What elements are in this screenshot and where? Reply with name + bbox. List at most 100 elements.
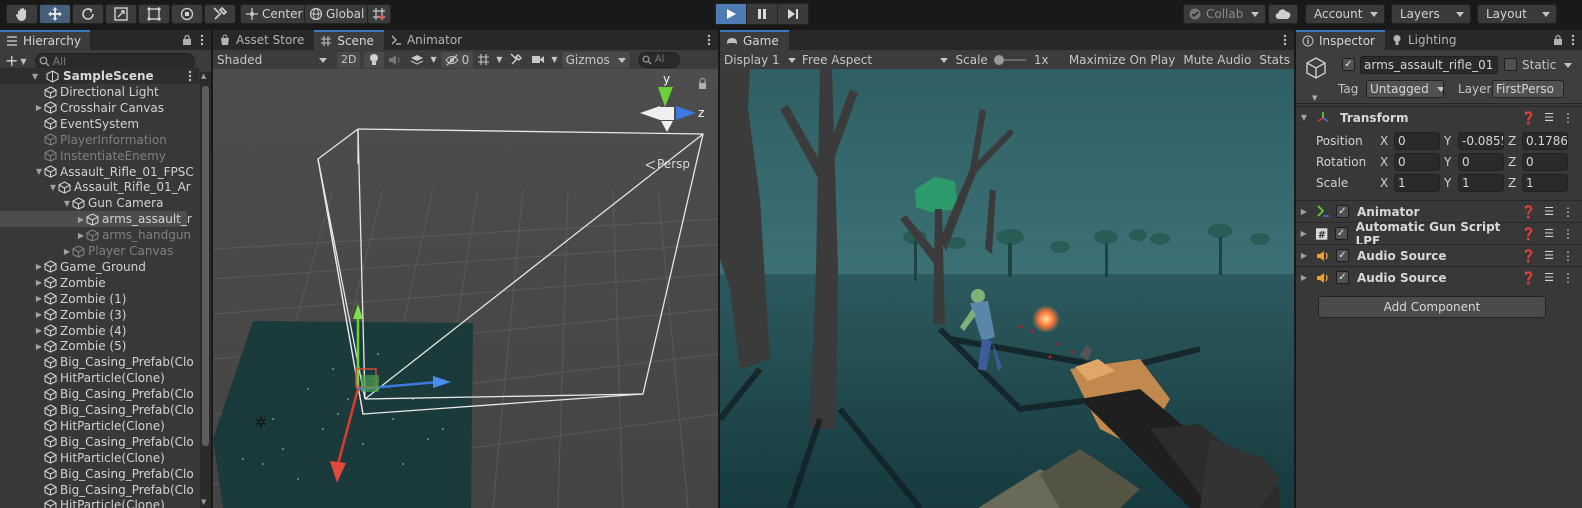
scale-slider[interactable]: Scale 1x	[952, 52, 1065, 68]
hierarchy-item[interactable]: PlayerInformation	[0, 132, 187, 148]
hierarchy-item[interactable]: ▼ Assault_Rifle_01_Ar	[0, 179, 191, 195]
maximize-on-play-toggle[interactable]: Maximize On Play	[1065, 52, 1180, 68]
expand-arrow-icon[interactable]: ▶	[62, 247, 72, 256]
hierarchy-item[interactable]: Big_Casing_Prefab(Clo	[0, 482, 194, 498]
collapse-arrow-icon[interactable]: ▼	[48, 183, 58, 192]
hierarchy-item[interactable]: Big_Casing_Prefab(Clo	[0, 434, 194, 450]
component-enabled-checkbox[interactable]: ✓	[1336, 249, 1349, 262]
help-icon[interactable]: ❓	[1521, 111, 1536, 125]
hierarchy-scroll-thumb[interactable]	[202, 86, 209, 446]
scene-viewport[interactable]: y z Persp ✲	[213, 69, 718, 508]
pivot-center-toggle[interactable]: Center	[240, 4, 310, 24]
hierarchy-item[interactable]: Big_Casing_Prefab(Clo	[0, 386, 194, 402]
position-y-field[interactable]: -0.0855	[1458, 132, 1504, 150]
preset-sliders-icon[interactable]: ☰	[1544, 249, 1554, 262]
component-menu-icon[interactable]: ⋮	[1562, 205, 1574, 219]
game-viewport[interactable]	[720, 69, 1294, 508]
cloud-button[interactable]	[1268, 4, 1298, 24]
help-icon[interactable]: ❓	[1521, 271, 1536, 285]
icon-dropdown-arrow-icon[interactable]: ▼	[1312, 94, 1317, 102]
scale-slider-track[interactable]	[993, 54, 1026, 65]
component-header[interactable]: ▶ # ✓ Automatic Gun Script LPF ❓ ☰ ⋮	[1296, 220, 1582, 248]
scene-more-options-icon[interactable]	[706, 34, 712, 46]
hierarchy-item[interactable]: ▶ Zombie	[0, 275, 187, 291]
expand-arrow-icon[interactable]: ▶	[34, 262, 44, 271]
hierarchy-item[interactable]: ▶ arms_handgun	[0, 227, 191, 243]
tab-animator[interactable]: Animator	[384, 30, 472, 50]
hierarchy-item[interactable]: Big_Casing_Prefab(Clo	[0, 354, 194, 370]
camera-dropdown[interactable]: ▼	[527, 52, 561, 68]
preset-sliders-icon[interactable]: ☰	[1544, 227, 1554, 240]
expand-arrow-icon[interactable]: ▶	[34, 310, 44, 319]
component-header[interactable]: ▶ ✓ Audio Source ❓ ☰ ⋮	[1296, 266, 1582, 288]
gizmos-dropdown[interactable]: Gizmos	[561, 51, 630, 68]
lock-icon[interactable]	[181, 34, 193, 46]
inspector-lock-icon[interactable]	[1552, 34, 1564, 46]
tab-asset-store[interactable]: Asset Store	[213, 30, 314, 50]
help-icon[interactable]: ❓	[1521, 249, 1536, 263]
custom-tool-button[interactable]	[204, 4, 236, 24]
expand-arrow-icon[interactable]: ▶	[34, 326, 44, 335]
component-menu-icon[interactable]: ⋮	[1562, 111, 1574, 125]
aspect-dropdown[interactable]: Free Aspect	[798, 52, 952, 68]
lighting-toggle[interactable]	[364, 51, 385, 68]
hierarchy-search-input[interactable]: All	[34, 52, 195, 70]
scene-search-input[interactable]: Al	[637, 51, 680, 68]
expand-arrow-icon[interactable]: ▶	[34, 342, 44, 351]
tab-hierarchy[interactable]: Hierarchy	[0, 30, 90, 50]
tab-game[interactable]: Game	[720, 30, 789, 50]
hierarchy-scrollbar[interactable]: ▲ ▼	[200, 72, 211, 508]
effects-dropdown[interactable]: ▼	[406, 52, 440, 68]
add-dropdown-arrow-icon[interactable]: ▼	[20, 57, 26, 66]
hand-tool-button[interactable]	[6, 4, 38, 24]
scale-tool-button[interactable]	[105, 4, 137, 24]
hierarchy-item[interactable]: InstentiateEnemy	[0, 148, 187, 164]
component-header[interactable]: ▶ ✓ Audio Source ❓ ☰ ⋮	[1296, 244, 1582, 266]
toggle-2d-button[interactable]: 2D	[337, 51, 361, 68]
expand-arrow-icon[interactable]: ▶	[34, 294, 44, 303]
hidden-objects-toggle[interactable]: 0	[440, 51, 474, 68]
snap-increment-button[interactable]	[367, 4, 391, 24]
stats-toggle[interactable]: Stats	[1255, 52, 1294, 68]
hierarchy-item[interactable]: ▶ Zombie (5)	[0, 338, 187, 354]
move-tool-button[interactable]	[39, 4, 71, 24]
scroll-down-icon[interactable]: ▼	[201, 498, 206, 506]
transform-tool-button[interactable]	[171, 4, 203, 24]
tools-toggle[interactable]	[506, 52, 527, 68]
component-menu-icon[interactable]: ⋮	[1562, 271, 1574, 285]
expand-arrow-icon[interactable]: ▶	[1296, 273, 1312, 282]
static-dropdown[interactable]: Static	[1522, 58, 1572, 72]
component-menu-icon[interactable]: ⋮	[1562, 249, 1574, 263]
static-checkbox[interactable]	[1504, 58, 1517, 71]
hierarchy-item[interactable]: ▼ Gun Camera	[0, 195, 187, 211]
layout-dropdown[interactable]: Layout	[1477, 4, 1557, 24]
preset-sliders-icon[interactable]: ☰	[1544, 271, 1554, 284]
grid-toggle[interactable]: ▼	[473, 52, 506, 68]
preset-sliders-icon[interactable]: ☰	[1544, 205, 1554, 218]
rotation-x-field[interactable]: 0	[1394, 153, 1440, 171]
space-global-toggle[interactable]: Global	[304, 4, 372, 24]
layer-dropdown[interactable]: FirstPerso	[1492, 80, 1564, 98]
step-button[interactable]	[777, 3, 809, 25]
position-x-field[interactable]: 0	[1394, 132, 1440, 150]
expand-arrow-icon[interactable]: ▼	[32, 72, 42, 81]
hierarchy-item[interactable]: ▶ arms_assault_r	[0, 211, 192, 228]
expand-arrow-icon[interactable]: ▶	[34, 103, 44, 112]
scroll-up-icon[interactable]: ▲	[201, 72, 206, 80]
component-enabled-checkbox[interactable]: ✓	[1336, 205, 1349, 218]
display-dropdown[interactable]: Display 1	[720, 52, 798, 68]
tab-inspector[interactable]: Inspector	[1296, 30, 1385, 50]
hierarchy-item[interactable]: ▶ Game_Ground	[0, 259, 187, 275]
account-dropdown[interactable]: Account	[1305, 4, 1385, 24]
tag-dropdown[interactable]: Untagged	[1366, 80, 1444, 98]
component-menu-icon[interactable]: ⋮	[1562, 227, 1574, 241]
expand-arrow-icon[interactable]: ▶	[1296, 229, 1311, 238]
active-checkbox[interactable]: ✓	[1342, 58, 1355, 71]
add-plus-icon[interactable]: +	[5, 53, 18, 69]
scale-slider-thumb[interactable]	[993, 54, 1004, 65]
add-component-button[interactable]: Add Component	[1318, 296, 1546, 318]
collapse-arrow-icon[interactable]: ▼	[34, 167, 44, 176]
position-z-field[interactable]: 0.17866	[1522, 132, 1568, 150]
scale-z-field[interactable]: 1	[1522, 174, 1568, 192]
pause-button[interactable]	[746, 3, 778, 25]
